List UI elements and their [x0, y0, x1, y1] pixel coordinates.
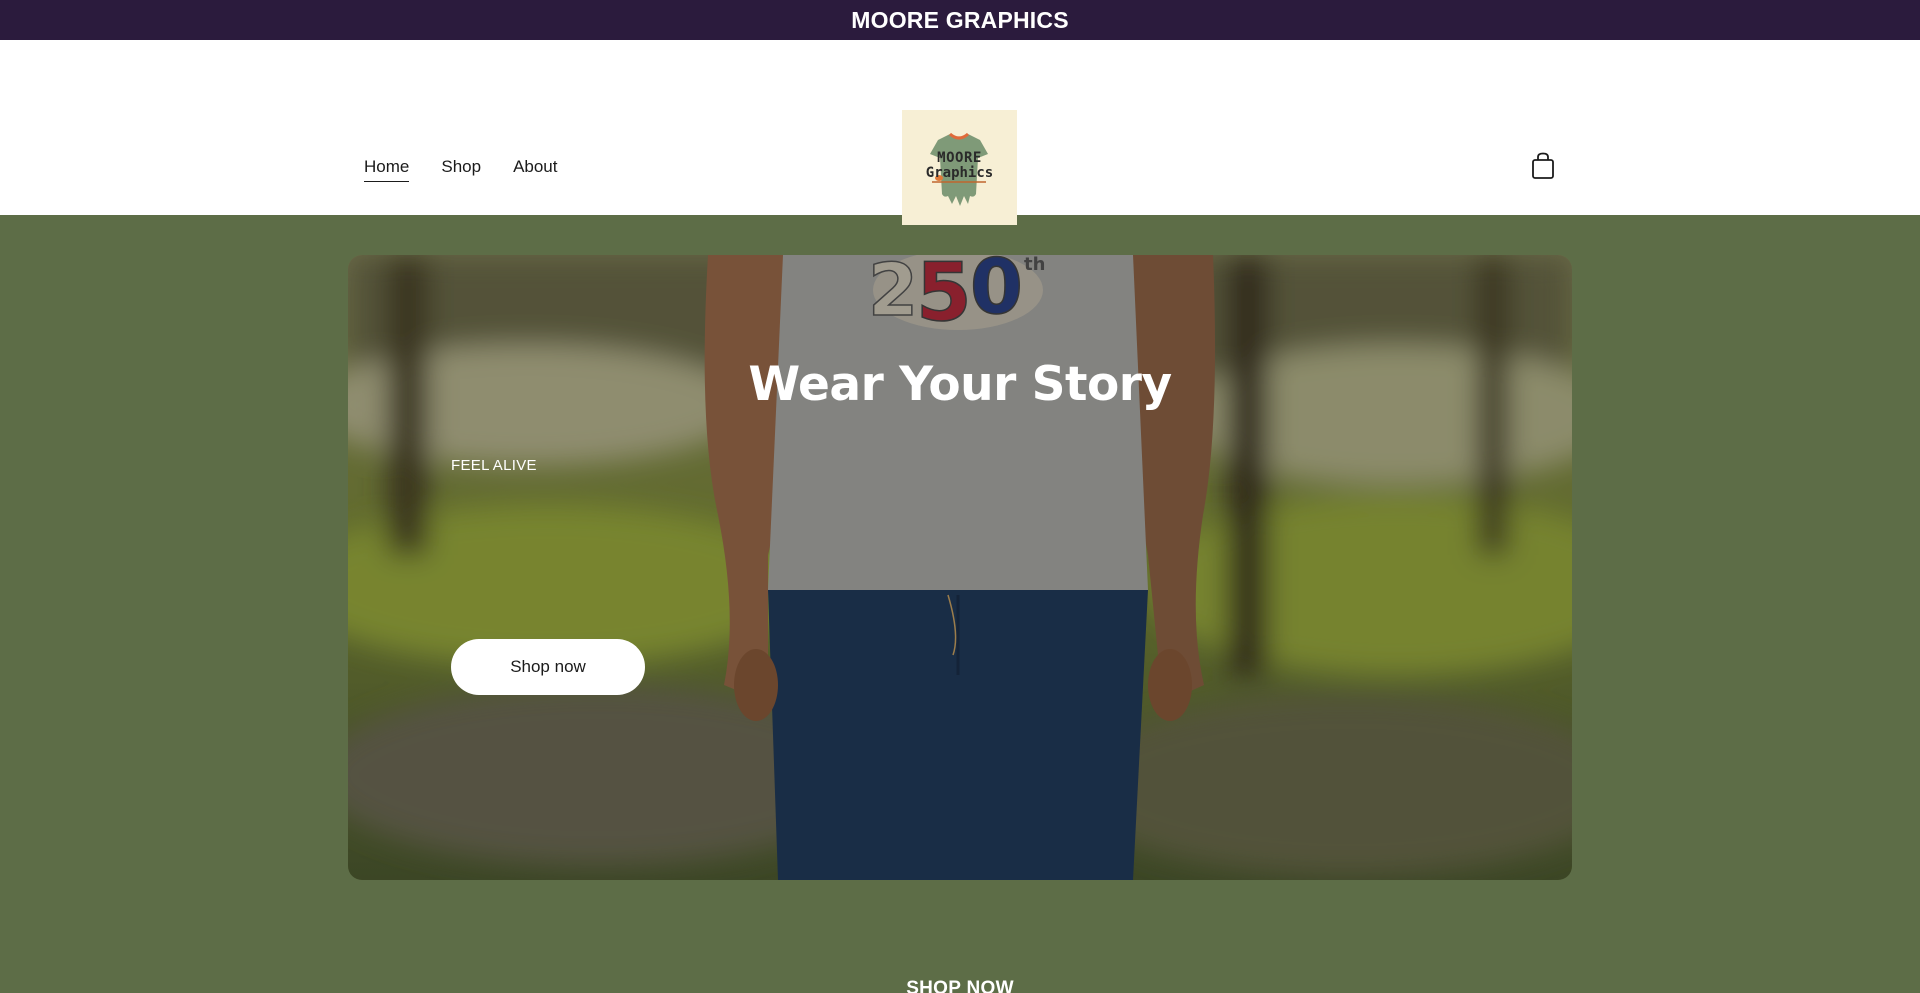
- cart-button[interactable]: [1530, 152, 1556, 180]
- site-logo[interactable]: MOORE Graphics: [902, 110, 1017, 225]
- logo-text-graphics: Graphics: [925, 165, 994, 181]
- nav-item-home[interactable]: Home: [364, 157, 410, 182]
- announcement-bar: MOORE GRAPHICS: [0, 0, 1920, 40]
- announcement-text: MOORE GRAPHICS: [851, 6, 1069, 33]
- nav-item-about[interactable]: About: [513, 157, 557, 182]
- section-heading: SHOP NOW: [906, 978, 1014, 993]
- logo-text-moore: MOORE: [937, 150, 982, 166]
- hero-title: Wear Your Story: [748, 357, 1172, 412]
- nav-item-shop[interactable]: Shop: [441, 157, 481, 182]
- hero-overlay: [348, 255, 1572, 880]
- main-nav: Home Shop About: [364, 157, 558, 182]
- shopping-bag-icon: [1532, 152, 1554, 179]
- hero-subtitle: FEEL ALIVE: [451, 457, 537, 474]
- shop-now-button[interactable]: Shop now: [451, 639, 645, 695]
- hero-banner: 2 5 0 th Wear Your Story FEEL ALIVE Shop…: [348, 255, 1572, 880]
- site-header: Home Shop About MOORE Graphics: [0, 40, 1920, 225]
